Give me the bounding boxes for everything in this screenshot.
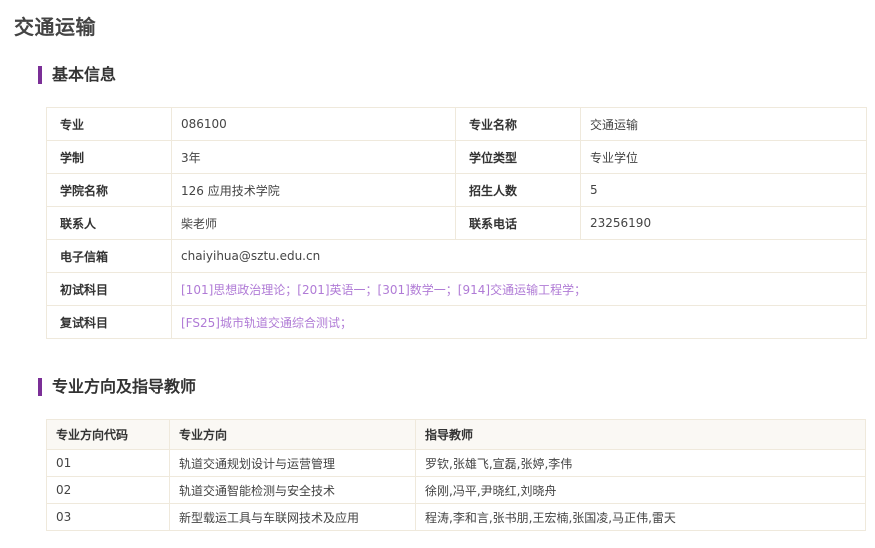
page: 交通运输 基本信息 专业 086100 专业名称 交通运输 学制 3年 学位类型… [0,0,875,548]
value-phone: 23256190 [580,206,867,240]
direction-code: 01 [46,449,170,477]
table-row: 复试科目 [FS25]城市轨道交通综合测试； [46,305,867,339]
value-major-name: 交通运输 [580,107,867,141]
value-degree-type: 专业学位 [580,140,867,174]
label-contact: 联系人 [46,206,172,240]
value-duration: 3年 [171,140,456,174]
value-enrollment: 5 [580,173,867,207]
table-row: 联系人 柴老师 联系电话 23256190 [46,206,867,240]
label-retest: 复试科目 [46,305,172,339]
direction-code: 03 [46,503,170,531]
table-row: 02 轨道交通智能检测与安全技术 徐刚,冯平,尹晓红,刘晓舟 [46,476,866,504]
label-degree-type: 学位类型 [455,140,581,174]
directions-table: 专业方向代码 专业方向 指导教师 01 轨道交通规划设计与运营管理 罗钦,张雄飞… [46,419,866,531]
value-initial-exam-subjects[interactable]: [101]思想政治理论；[201]英语一；[301]数学一；[914]交通运输工… [171,272,867,306]
direction-name: 轨道交通规划设计与运营管理 [169,449,416,477]
label-major-code: 专业 [46,107,172,141]
section-title-directions: 专业方向及指导教师 [38,378,196,396]
direction-supervisors: 罗钦,张雄飞,宣磊,张婷,李伟 [415,449,866,477]
direction-name: 新型载运工具与车联网技术及应用 [169,503,416,531]
table-row: 初试科目 [101]思想政治理论；[201]英语一；[301]数学一；[914]… [46,272,867,306]
value-contact: 柴老师 [171,206,456,240]
table-row: 电子信箱 chaiyihua@sztu.edu.cn [46,239,867,273]
header-supervisors: 指导教师 [415,419,866,450]
direction-name: 轨道交通智能检测与安全技术 [169,476,416,504]
value-college: 126 应用技术学院 [171,173,456,207]
label-initial-exam: 初试科目 [46,272,172,306]
table-row: 学院名称 126 应用技术学院 招生人数 5 [46,173,867,207]
direction-code: 02 [46,476,170,504]
header-direction: 专业方向 [169,419,416,450]
header-direction-code: 专业方向代码 [46,419,170,450]
value-retest-subjects[interactable]: [FS25]城市轨道交通综合测试； [171,305,867,339]
label-phone: 联系电话 [455,206,581,240]
value-email: chaiyihua@sztu.edu.cn [171,239,867,273]
table-row: 03 新型载运工具与车联网技术及应用 程涛,李和言,张书朋,王宏楠,张国凌,马正… [46,503,866,531]
basic-info-table: 专业 086100 专业名称 交通运输 学制 3年 学位类型 专业学位 学院名称… [46,107,867,339]
section-title-basic-info: 基本信息 [38,66,116,84]
label-enrollment: 招生人数 [455,173,581,207]
label-duration: 学制 [46,140,172,174]
direction-supervisors: 徐刚,冯平,尹晓红,刘晓舟 [415,476,866,504]
table-row: 专业 086100 专业名称 交通运输 [46,107,867,141]
value-major-code: 086100 [171,107,456,141]
table-row: 学制 3年 学位类型 专业学位 [46,140,867,174]
page-title: 交通运输 [14,15,96,39]
label-college: 学院名称 [46,173,172,207]
label-email: 电子信箱 [46,239,172,273]
table-row: 01 轨道交通规划设计与运营管理 罗钦,张雄飞,宣磊,张婷,李伟 [46,449,866,477]
direction-supervisors: 程涛,李和言,张书朋,王宏楠,张国凌,马正伟,雷天 [415,503,866,531]
table-header-row: 专业方向代码 专业方向 指导教师 [46,419,866,450]
label-major-name: 专业名称 [455,107,581,141]
